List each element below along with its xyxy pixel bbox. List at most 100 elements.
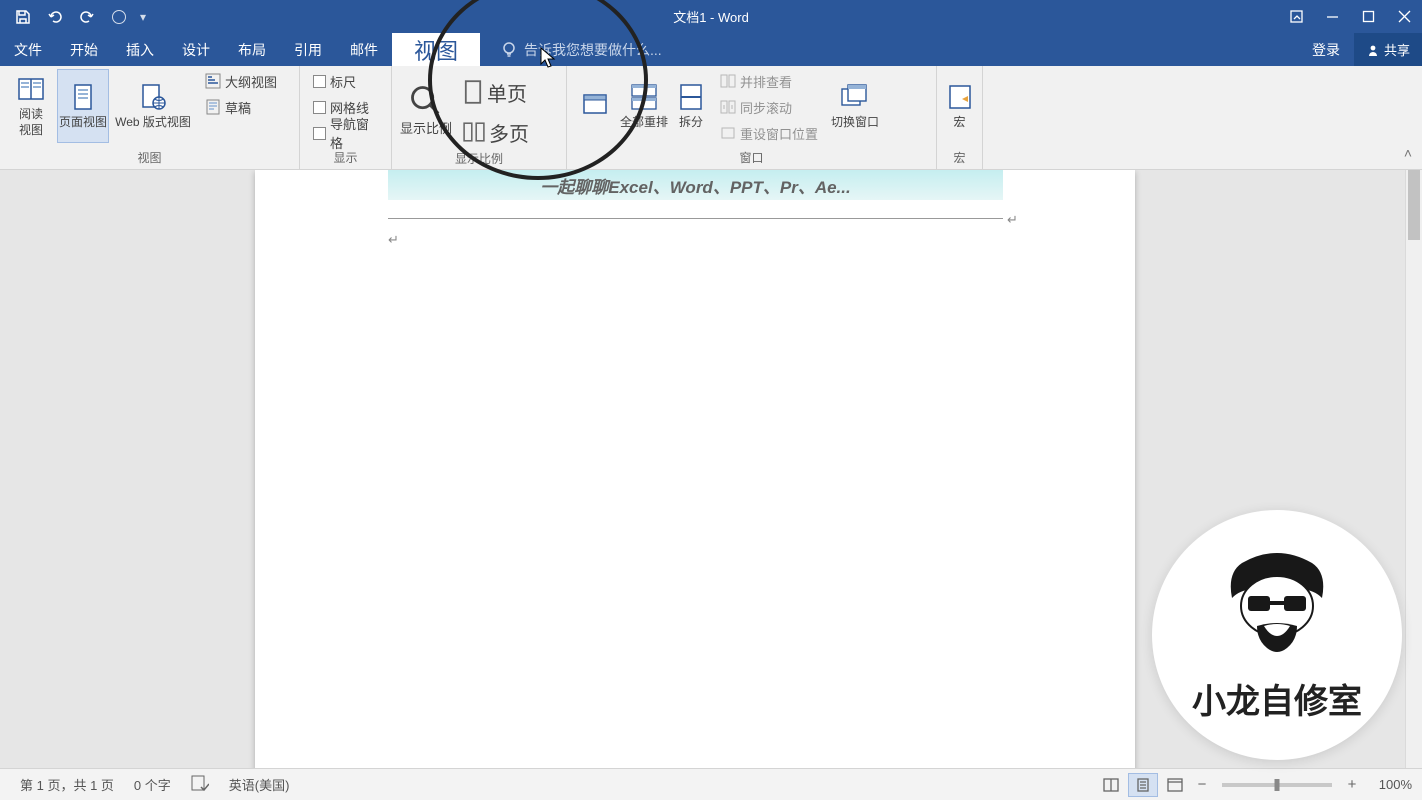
window-icon <box>579 89 611 121</box>
share-button[interactable]: 共享 <box>1354 33 1422 66</box>
split-button[interactable]: 拆分 <box>670 69 712 143</box>
ribbon-display-options-button[interactable] <box>1278 0 1314 33</box>
tab-insert[interactable]: 插入 <box>112 33 168 66</box>
draft-icon <box>205 99 221 115</box>
undo-button[interactable] <box>44 6 66 28</box>
save-button[interactable] <box>12 6 34 28</box>
draft-view-button[interactable]: 草稿 <box>201 95 281 119</box>
read-mode-button[interactable]: 阅读 视图 <box>5 69 57 143</box>
group-label-macros: 宏 <box>942 146 977 169</box>
single-page-button[interactable]: 单页 <box>459 77 533 107</box>
document-page[interactable]: 一起聊聊Excel、Word、PPT、Pr、Ae... ↵ ↵ <box>255 170 1135 768</box>
outline-view-button[interactable]: 大纲视图 <box>201 69 281 93</box>
tab-view[interactable]: 视图 <box>392 33 480 66</box>
web-layout-view-button[interactable] <box>1160 773 1190 797</box>
print-layout-button[interactable]: 页面视图 <box>57 69 109 143</box>
zoom-out-button[interactable]: − <box>1192 776 1212 793</box>
qat-dropdown-button[interactable]: ▾ <box>140 10 146 24</box>
group-label-views: 视图 <box>5 146 294 169</box>
share-icon <box>1366 43 1380 57</box>
tab-file[interactable]: 文件 <box>0 33 56 66</box>
collapse-ribbon-button[interactable]: ˄ <box>1394 66 1422 169</box>
title-bar: ▾ 文档1 - Word <box>0 0 1422 33</box>
paragraph-mark: ↵ <box>388 232 399 248</box>
checkbox-icon <box>313 127 326 140</box>
redo-button[interactable] <box>76 6 98 28</box>
web-layout-button[interactable]: Web 版式视图 <box>109 69 197 143</box>
scrollbar-thumb[interactable] <box>1408 170 1420 240</box>
tell-me-placeholder: 告诉我您想要做什么... <box>524 40 662 60</box>
ribbon-group-views: 阅读 视图 页面视图 Web 版式视图 大纲视图 草稿 视图 <box>0 66 300 169</box>
outline-icon <box>205 73 221 89</box>
ribbon-group-show: 标尺 网格线 导航窗格 显示 <box>300 66 392 169</box>
document-divider <box>388 218 1003 219</box>
page-icon <box>67 81 99 113</box>
ribbon-group-macros: 宏 宏 <box>937 66 983 169</box>
ribbon-tabs: 文件 开始 插入 设计 布局 引用 邮件 视图 告诉我您想要做什么... 登录 … <box>0 33 1422 66</box>
magnifier-icon <box>408 83 444 119</box>
tab-layout[interactable]: 布局 <box>224 33 280 66</box>
reset-icon <box>720 125 736 141</box>
navpane-checkbox[interactable]: 导航窗格 <box>309 121 382 145</box>
tab-references[interactable]: 引用 <box>280 33 336 66</box>
single-page-icon <box>463 80 483 104</box>
tab-mailings[interactable]: 邮件 <box>336 33 392 66</box>
proofing-icon <box>191 775 209 791</box>
switch-windows-button[interactable]: 切换窗口 <box>826 69 884 143</box>
reset-window-button[interactable]: 重设窗口位置 <box>716 121 822 145</box>
document-banner: 一起聊聊Excel、Word、PPT、Pr、Ae... <box>388 170 1003 200</box>
macros-icon <box>944 81 976 113</box>
sync-scroll-button[interactable]: 同步滚动 <box>716 95 822 119</box>
group-label-show: 显示 <box>305 146 386 169</box>
ribbon: 阅读 视图 页面视图 Web 版式视图 大纲视图 草稿 视图 <box>0 66 1422 170</box>
brand-name: 小龙自修室 <box>1192 674 1362 723</box>
checkbox-icon <box>313 75 326 88</box>
login-button[interactable]: 登录 <box>1298 40 1354 60</box>
new-window-button[interactable] <box>572 69 618 143</box>
multi-page-icon <box>463 120 485 144</box>
switch-icon <box>839 81 871 113</box>
vertical-scrollbar[interactable] <box>1405 170 1422 768</box>
sync-icon <box>720 99 736 115</box>
tell-me-search[interactable]: 告诉我您想要做什么... <box>480 33 662 66</box>
proofing-button[interactable] <box>181 775 219 794</box>
read-mode-view-button[interactable] <box>1096 773 1126 797</box>
minimize-button[interactable] <box>1314 0 1350 33</box>
maximize-button[interactable] <box>1350 0 1386 33</box>
macros-button[interactable]: 宏 <box>942 69 977 143</box>
window-title: 文档1 - Word <box>673 7 749 26</box>
group-label-window: 窗口 <box>572 146 931 169</box>
sidebyside-icon <box>720 73 736 89</box>
brand-watermark: 小龙自修室 <box>1152 510 1402 760</box>
close-button[interactable] <box>1386 0 1422 33</box>
page-indicator[interactable]: 第 1 页，共 1 页 <box>10 775 124 794</box>
ribbon-group-window: 全部重排 拆分 并排查看 同步滚动 重设窗口位置 <box>567 66 937 169</box>
zoom-in-button[interactable]: + <box>1342 776 1362 793</box>
book-icon <box>15 73 47 105</box>
quick-access-toolbar: ▾ <box>0 6 146 28</box>
zoom-slider-thumb[interactable] <box>1275 779 1280 791</box>
arrange-icon <box>628 81 660 113</box>
zoom-level[interactable]: 100% <box>1364 777 1412 792</box>
multi-page-button[interactable]: 多页 <box>459 117 533 147</box>
avatar-icon <box>1212 548 1342 668</box>
language-indicator[interactable]: 英语(美国) <box>219 775 300 794</box>
touch-mode-button[interactable] <box>108 6 130 28</box>
group-label-zoom: 显示比例 <box>397 147 561 170</box>
window-controls <box>1278 0 1422 33</box>
arrange-all-button[interactable]: 全部重排 <box>618 69 670 143</box>
tab-design[interactable]: 设计 <box>168 33 224 66</box>
checkbox-icon <box>313 101 326 114</box>
ruler-checkbox[interactable]: 标尺 <box>309 69 382 93</box>
split-icon <box>675 81 707 113</box>
zoom-slider[interactable] <box>1222 783 1332 787</box>
print-layout-view-button[interactable] <box>1128 773 1158 797</box>
tab-home[interactable]: 开始 <box>56 33 112 66</box>
chevron-up-icon: ˄ <box>1404 145 1412 169</box>
ribbon-group-zoom: 显示比例 单页 多页 显示比例 <box>392 66 567 169</box>
word-count[interactable]: 0 个字 <box>124 775 181 794</box>
paragraph-mark: ↵ <box>1007 212 1018 228</box>
side-by-side-button[interactable]: 并排查看 <box>716 69 822 93</box>
zoom-button[interactable]: 显示比例 <box>397 73 455 147</box>
lightbulb-icon <box>500 41 518 59</box>
